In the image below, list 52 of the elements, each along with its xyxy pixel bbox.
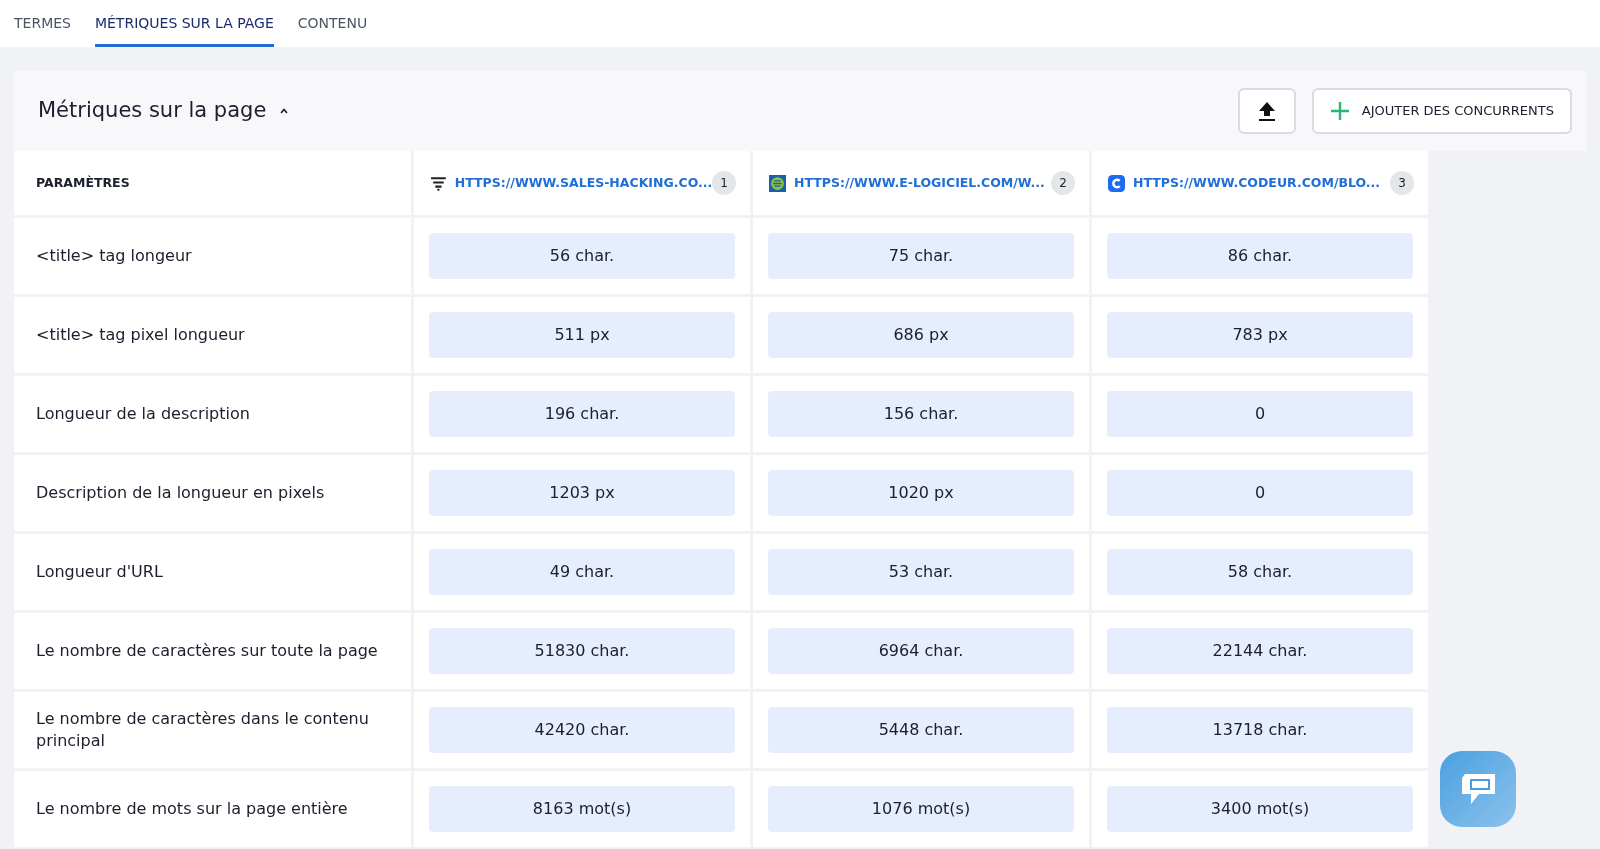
- column-number: 3: [1390, 171, 1414, 195]
- row-label: <title> tag longeur: [35, 245, 193, 267]
- row-label: Longueur de la description: [35, 403, 251, 425]
- column-number: 2: [1051, 171, 1075, 195]
- metric-value: 86 char.: [1107, 233, 1413, 279]
- e-logo-icon: [769, 174, 786, 192]
- tab[interactable]: TERMES: [14, 0, 71, 47]
- metric-value: 1203 px: [429, 470, 735, 516]
- url-link[interactable]: HTTPS://WWW.E-LOGICIEL.COM/W...: [794, 173, 1045, 193]
- metric-value: 75 char.: [768, 233, 1074, 279]
- metric-value: 56 char.: [429, 233, 735, 279]
- metric-value: 511 px: [429, 312, 735, 358]
- metric-value: 6964 char.: [768, 628, 1074, 674]
- add-competitors-button[interactable]: AJOUTER DES CONCURRENTS: [1311, 88, 1572, 134]
- metric-value: 156 char.: [768, 391, 1074, 437]
- chat-bubble-icon: [1459, 772, 1497, 806]
- upload-icon: [1256, 100, 1277, 122]
- row-label: Longueur d'URL: [35, 561, 164, 583]
- metric-value: 5448 char.: [768, 707, 1074, 753]
- row-label: Le nombre de caractères sur toute la page: [35, 640, 379, 662]
- metric-value: 53 char.: [768, 549, 1074, 595]
- row-label: Le nombre de mots sur la page entière: [35, 798, 349, 820]
- row-label: Le nombre de caractères dans le contenu principal: [35, 708, 370, 752]
- metric-value: 51830 char.: [429, 628, 735, 674]
- column-number: 1: [712, 171, 736, 195]
- row-label: Description de la longueur en pixels: [35, 482, 326, 504]
- metric-value: 22144 char.: [1107, 628, 1413, 674]
- metric-value: 8163 mot(s): [429, 786, 735, 832]
- section-title: Métriques sur la page: [38, 97, 267, 125]
- plus-icon: [1329, 101, 1350, 121]
- metric-value: 58 char.: [1107, 549, 1413, 595]
- funnel-icon: [430, 174, 447, 192]
- metric-value: 42420 char.: [429, 707, 735, 753]
- c-logo-icon: [1108, 174, 1125, 192]
- metric-value: 196 char.: [429, 391, 735, 437]
- metric-value: 1076 mot(s): [768, 786, 1074, 832]
- metric-value: 0: [1107, 391, 1413, 437]
- metric-value: 1020 px: [768, 470, 1074, 516]
- column-header: PARAMÈTRES: [35, 173, 130, 192]
- tab[interactable]: CONTENU: [297, 0, 368, 47]
- metric-value: 783 px: [1107, 312, 1413, 358]
- url-link[interactable]: HTTPS://WWW.CODEUR.COM/BLO...: [1133, 173, 1381, 193]
- export-button[interactable]: [1237, 88, 1296, 134]
- metric-value: 686 px: [768, 312, 1074, 358]
- metric-value: 13718 char.: [1107, 707, 1413, 753]
- row-label: <title> tag pixel longueur: [35, 324, 246, 346]
- url-link[interactable]: HTTPS://WWW.SALES-HACKING.CO...: [454, 173, 713, 193]
- metric-value: 49 char.: [429, 549, 735, 595]
- metric-value: 0: [1107, 470, 1413, 516]
- tab[interactable]: MÉTRIQUES SUR LA PAGE: [94, 0, 274, 47]
- metric-value: 3400 mot(s): [1107, 786, 1413, 832]
- chat-button[interactable]: [1440, 751, 1516, 827]
